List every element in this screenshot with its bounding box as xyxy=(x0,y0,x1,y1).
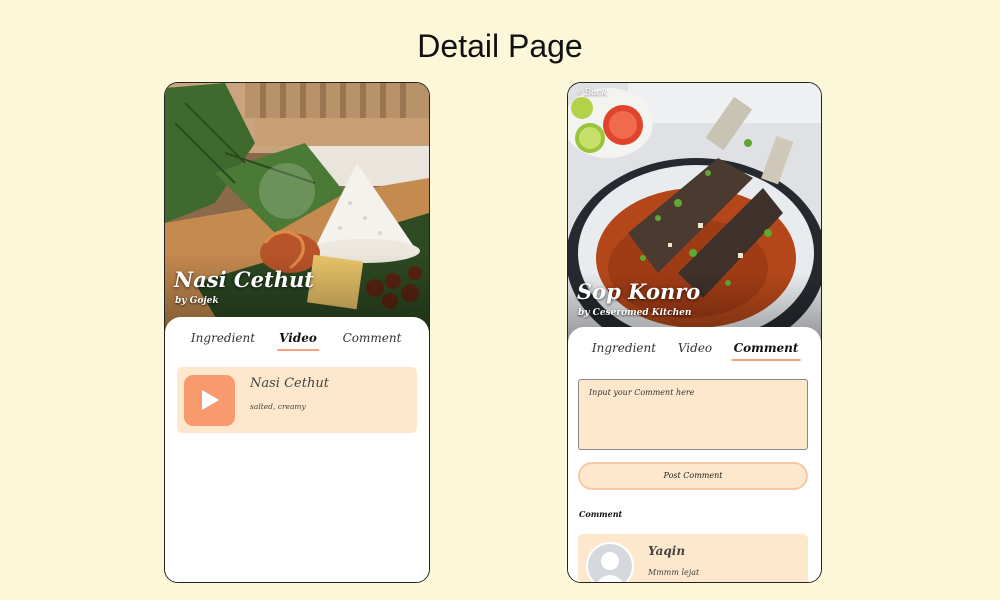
recipe-author: by Ceseromed Kitchen xyxy=(578,308,692,318)
video-subtitle: salted, creamy xyxy=(250,402,306,411)
chevron-left-icon: ‹ xyxy=(578,88,582,98)
phone-screen-comment: ‹ Back Sop Konro by Ceseromed Kitchen In… xyxy=(567,82,822,583)
tab-bar: Ingredient Video Comment xyxy=(568,341,821,367)
user-avatar-icon xyxy=(586,542,634,582)
recipe-title: Nasi Cethut xyxy=(174,267,314,292)
hero-image-sop-konro: ‹ Back Sop Konro by Ceseromed Kitchen xyxy=(568,83,821,343)
tab-video[interactable]: Video xyxy=(277,331,319,351)
tab-video[interactable]: Video xyxy=(678,341,712,355)
post-comment-button[interactable]: Post Comment xyxy=(578,462,808,490)
video-title: Nasi Cethut xyxy=(250,376,329,391)
content-sheet: Ingredient Video Comment Post Comment Co… xyxy=(568,327,821,582)
back-button[interactable]: ‹ Back xyxy=(578,88,607,98)
back-label: Back xyxy=(584,88,607,98)
comments-heading: Comment xyxy=(579,509,623,519)
hero-image-nasi-cethut: Nasi Cethut by Gojek xyxy=(165,83,429,333)
comment-item: Yaqin Mmmm lejat xyxy=(578,534,808,582)
recipe-title: Sop Konro xyxy=(577,279,701,304)
video-card[interactable]: Nasi Cethut salted, creamy xyxy=(177,367,417,433)
recipe-author: by Gojek xyxy=(175,296,219,306)
tab-ingredient[interactable]: Ingredient xyxy=(592,341,656,355)
play-button[interactable] xyxy=(184,375,235,426)
content-sheet: Ingredient Video Comment Nasi Cethut sal… xyxy=(165,317,429,582)
tab-ingredient[interactable]: Ingredient xyxy=(191,331,255,345)
commenter-name: Yaqin xyxy=(648,544,686,558)
play-icon xyxy=(202,390,219,410)
phone-screen-video: Nasi Cethut by Gojek Ingredient Video Co… xyxy=(164,82,430,583)
food-photo-sop-konro xyxy=(568,83,821,343)
tab-bar: Ingredient Video Comment xyxy=(165,331,429,357)
comment-input[interactable] xyxy=(578,379,808,450)
page-title: Detail Page xyxy=(417,28,583,64)
tab-comment[interactable]: Comment xyxy=(731,341,801,361)
tab-comment[interactable]: Comment xyxy=(343,331,402,345)
comment-text: Mmmm lejat xyxy=(648,568,700,577)
